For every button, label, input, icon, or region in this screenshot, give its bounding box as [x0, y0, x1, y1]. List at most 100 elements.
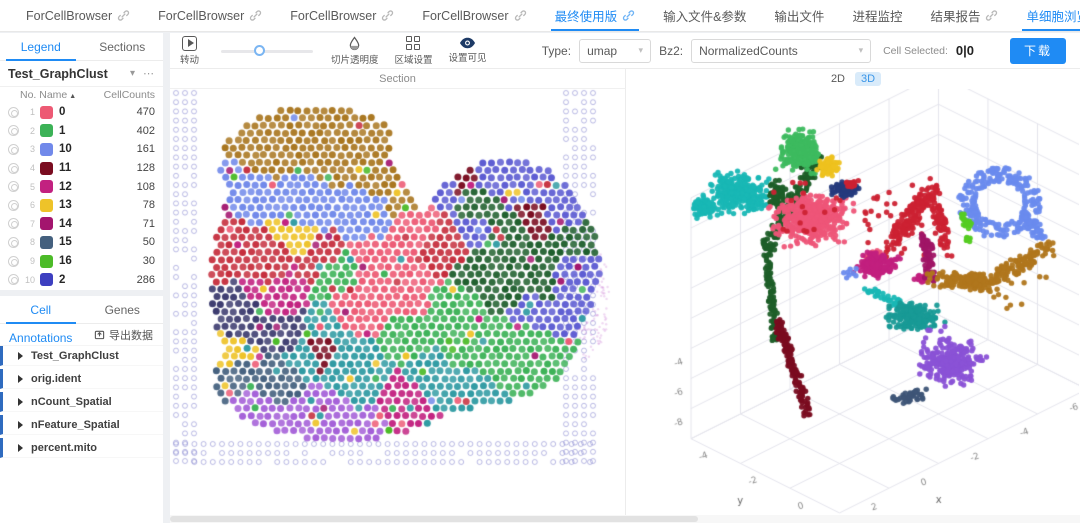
- menu-tab[interactable]: 单细胞浏览器: [1012, 0, 1080, 31]
- annotations-genes-tabs: Cell Annotations Genes: [0, 296, 163, 324]
- slider-handle[interactable]: [254, 45, 265, 56]
- legend-row-index: 4: [19, 163, 35, 173]
- bz2-label: Bz2:: [659, 44, 683, 58]
- legend-row-index: 10: [19, 275, 35, 285]
- expand-arrow-icon[interactable]: [18, 352, 23, 360]
- cluster-color-swatch: [40, 106, 53, 119]
- menu-tab-label: 进程监控: [852, 6, 902, 25]
- annotation-item[interactable]: orig.ident: [0, 369, 163, 389]
- workflow-tab-label: 最终使用版: [555, 6, 618, 25]
- annotation-label: Test_GraphClust: [31, 350, 119, 362]
- legend-row-index: 5: [19, 182, 35, 192]
- visibility-eye-icon[interactable]: [8, 181, 19, 192]
- expand-arrow-icon[interactable]: [18, 444, 23, 452]
- visibility-eye-icon[interactable]: [8, 144, 19, 155]
- visibility-eye-icon[interactable]: [8, 125, 19, 136]
- cluster-cell-count: 71: [143, 218, 155, 230]
- visibility-eye-icon[interactable]: [8, 237, 19, 248]
- legend-row[interactable]: 2 1 402: [0, 122, 163, 141]
- section-title: Section: [170, 69, 626, 89]
- annotation-item[interactable]: nCount_Spatial: [0, 392, 163, 412]
- sort-asc-icon[interactable]: ▲: [69, 93, 76, 100]
- legend-row-index: 2: [19, 126, 35, 136]
- play-rotate-icon: [182, 36, 197, 51]
- workflow-tab[interactable]: ForCellBrowser: [12, 0, 144, 31]
- menu-tab-label: 输出文件: [774, 6, 824, 25]
- link-icon: [622, 9, 635, 22]
- workflow-tab-label: ForCellBrowser: [290, 9, 376, 23]
- cluster-name: 16: [59, 255, 143, 267]
- view-3d-button[interactable]: 3D: [855, 72, 881, 86]
- tab-legend[interactable]: Legend: [0, 33, 82, 60]
- legend-row[interactable]: 9 16 30: [0, 252, 163, 271]
- visibility-eye-icon[interactable]: [8, 200, 19, 211]
- visibility-eye-icon[interactable]: [8, 274, 19, 285]
- menu-tab[interactable]: 输出文件: [760, 0, 838, 31]
- workflow-tab[interactable]: ForCellBrowser: [276, 0, 408, 31]
- cluster-color-swatch: [40, 217, 53, 230]
- set-visible-label: 设置可见: [449, 50, 487, 64]
- workflow-tab[interactable]: ForCellBrowser: [408, 0, 540, 31]
- visibility-eye-icon[interactable]: [8, 218, 19, 229]
- umap-3d-panel: [626, 89, 1080, 516]
- opacity-slider[interactable]: [221, 44, 313, 58]
- left-sidebar: Legend Sections Test_GraphClust ▾ ⋯ No. …: [0, 33, 163, 523]
- menu-tab[interactable]: 输入文件&参数: [649, 0, 760, 31]
- visibility-eye-icon[interactable]: [8, 256, 19, 267]
- annotation-item[interactable]: nFeature_Spatial: [0, 415, 163, 435]
- link-icon: [117, 9, 130, 22]
- visibility-eye-icon[interactable]: [8, 107, 19, 118]
- annotation-list: Test_GraphClust orig.ident nCount_Spatia…: [0, 346, 163, 458]
- legend-row[interactable]: 7 14 71: [0, 215, 163, 234]
- rotate-label: 转动: [180, 52, 199, 66]
- umap-3d-scatter-plot[interactable]: [626, 89, 1079, 516]
- type-select-value: umap: [587, 44, 630, 58]
- menu-tab-label: 单细胞浏览器: [1026, 6, 1080, 25]
- download-button[interactable]: 下载: [1010, 38, 1066, 64]
- menu-tab[interactable]: 结果报告: [916, 0, 1012, 31]
- main-panel: 转动 切片透明度 区域设置: [170, 33, 1080, 523]
- export-icon: [94, 329, 105, 340]
- legend-row[interactable]: 1 0 470: [0, 103, 163, 122]
- top-navbar: ForCellBrowser ForCellBrowser: [0, 0, 1080, 32]
- cluster-select[interactable]: Test_GraphClust ▾ ⋯: [0, 61, 163, 87]
- bz2-select[interactable]: NormalizedCounts ▾: [691, 39, 871, 63]
- annotation-label: orig.ident: [31, 373, 81, 385]
- legend-row[interactable]: 10 2 286: [0, 270, 163, 289]
- cluster-color-swatch: [40, 143, 53, 156]
- more-icon[interactable]: ⋯: [143, 67, 155, 80]
- legend-row[interactable]: 8 15 50: [0, 233, 163, 252]
- legend-row[interactable]: 6 13 78: [0, 196, 163, 215]
- visibility-eye-icon[interactable]: [8, 163, 19, 174]
- link-icon: [381, 9, 394, 22]
- view-2d-button[interactable]: 2D: [825, 72, 851, 86]
- rotate-tool[interactable]: 转动: [180, 36, 199, 66]
- cluster-name: 2: [59, 274, 137, 286]
- spatial-section-plot[interactable]: [170, 89, 625, 516]
- region-settings-tool[interactable]: 区域设置: [395, 36, 433, 66]
- slice-opacity-tool[interactable]: 切片透明度: [331, 36, 379, 66]
- tab-cell-annotations[interactable]: Cell Annotations: [0, 296, 82, 323]
- annotation-item[interactable]: percent.mito: [0, 438, 163, 458]
- cluster-color-swatch: [40, 162, 53, 175]
- expand-arrow-icon[interactable]: [18, 375, 23, 383]
- workflow-tab[interactable]: 最终使用版: [541, 0, 650, 31]
- expand-arrow-icon[interactable]: [18, 398, 23, 406]
- type-select[interactable]: umap ▾: [579, 39, 651, 63]
- menu-tab[interactable]: 进程监控: [838, 0, 916, 31]
- legend-sections-tabs: Legend Sections: [0, 33, 163, 61]
- col-no-name[interactable]: No. Name: [20, 89, 67, 101]
- tab-sections[interactable]: Sections: [82, 33, 164, 60]
- workflow-tab[interactable]: ForCellBrowser: [144, 0, 276, 31]
- set-visible-tool[interactable]: 设置可见: [449, 37, 487, 64]
- legend-row[interactable]: 3 10 161: [0, 140, 163, 159]
- slider-track[interactable]: [221, 50, 313, 53]
- panel-headers: Section 2D 3D: [170, 69, 1080, 89]
- expand-arrow-icon[interactable]: [18, 421, 23, 429]
- tab-genes[interactable]: Genes: [82, 296, 164, 323]
- legend-row[interactable]: 4 11 128: [0, 159, 163, 178]
- region-settings-label: 区域设置: [395, 52, 433, 66]
- horizontal-scrollbar[interactable]: [170, 515, 1080, 523]
- legend-row[interactable]: 5 12 108: [0, 177, 163, 196]
- scrollbar-thumb[interactable]: [170, 516, 698, 522]
